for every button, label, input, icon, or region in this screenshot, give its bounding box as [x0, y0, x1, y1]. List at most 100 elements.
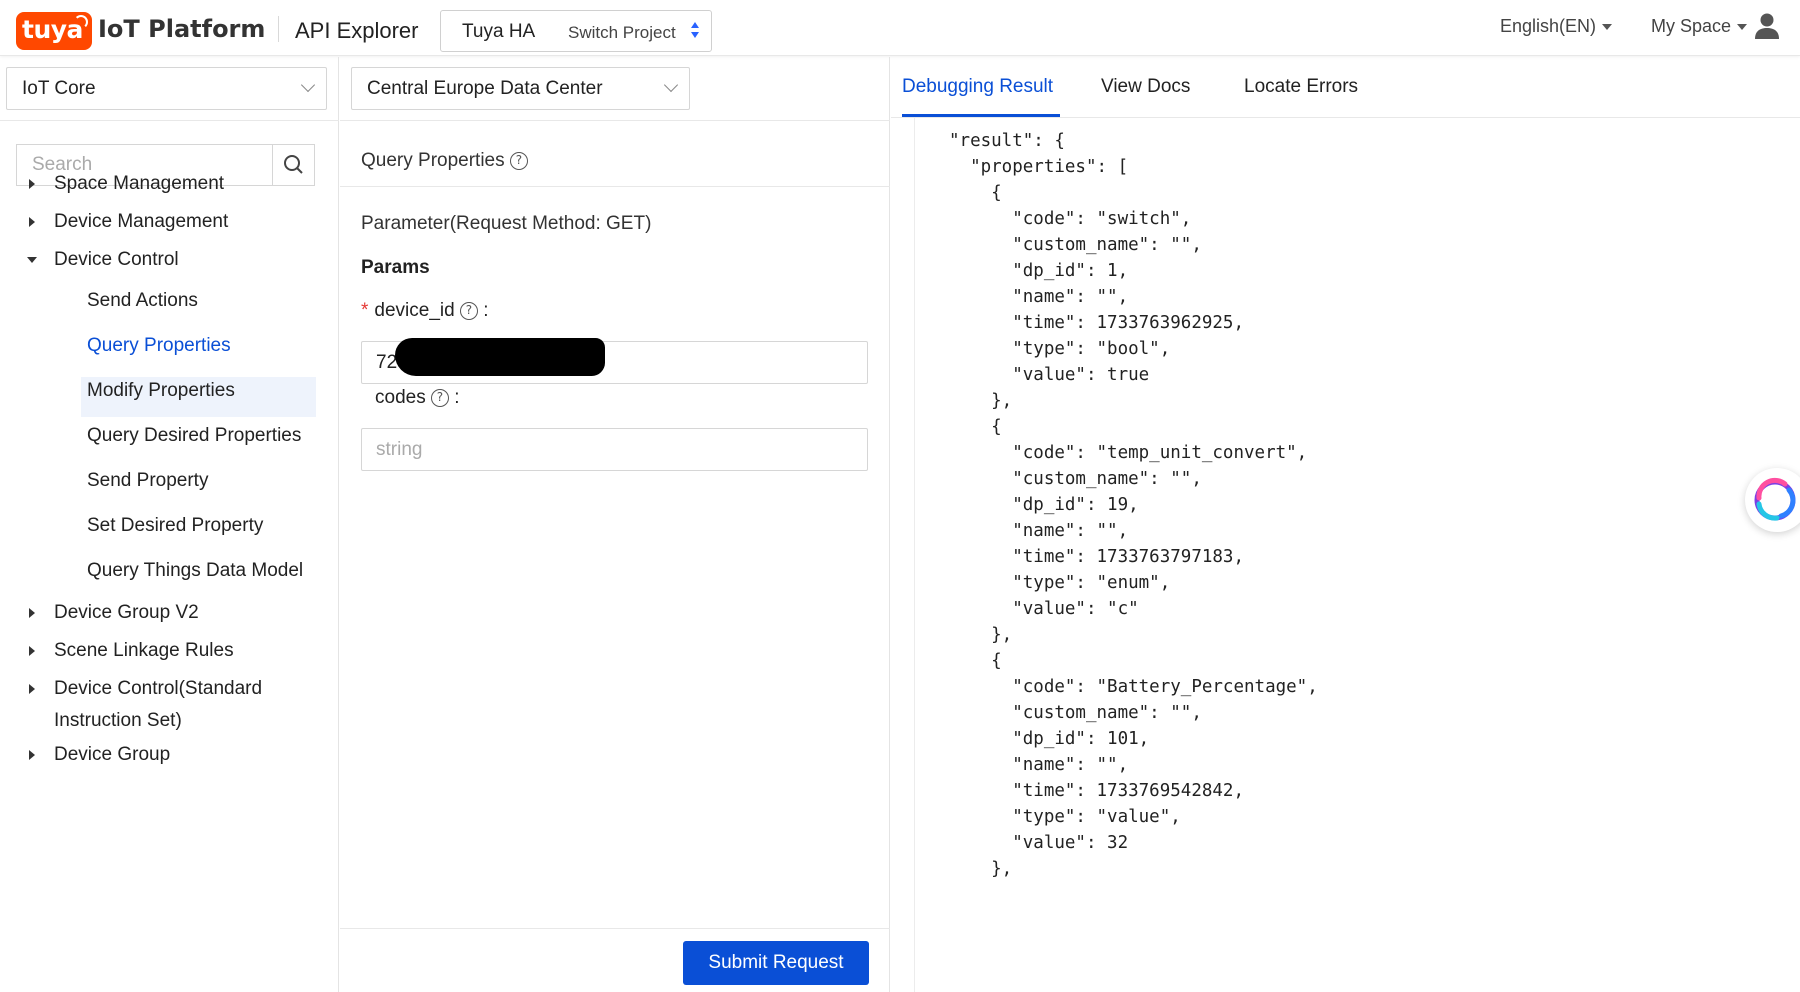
api-title: Query Properties ? [361, 150, 528, 172]
tab-debugging-result[interactable]: Debugging Result [902, 76, 1053, 98]
nav-item-modify-properties[interactable]: Modify Properties [87, 379, 235, 403]
nav-group-device-group-v2[interactable]: Device Group V2 [54, 601, 199, 625]
user-icon[interactable] [1754, 12, 1780, 40]
code-line: }, [949, 859, 1013, 879]
code-line: "code": "temp_unit_convert", [949, 443, 1308, 463]
nav-item-send-property[interactable]: Send Property [87, 469, 208, 493]
code-line: { [949, 183, 1002, 203]
nav-group-scene-linkage-rules[interactable]: Scene Linkage Rules [54, 639, 234, 663]
caret-right-icon [29, 608, 35, 618]
sidebar-divider [0, 120, 339, 121]
my-space-menu[interactable]: My Space [1651, 16, 1748, 37]
top-bar: tuya IoT Platform API Explorer Tuya HA S… [0, 0, 1800, 56]
code-line: "name": "", [949, 287, 1129, 307]
project-select[interactable]: Tuya HA Switch Project [440, 10, 712, 52]
code-line: "dp_id": 19, [949, 495, 1139, 515]
code-line: "time": 1733769542842, [949, 781, 1245, 801]
brand-name: IoT Platform [98, 15, 266, 43]
help-icon[interactable]: ? [509, 151, 528, 170]
chevron-down-icon [663, 77, 679, 93]
sort-arrows-icon [691, 22, 699, 38]
product-select[interactable]: IoT Core [6, 67, 327, 110]
request-panel: Central Europe Data Center Query Propert… [340, 57, 890, 992]
chevron-down-icon [300, 77, 316, 93]
code-line: "value": 32 [949, 833, 1129, 853]
tab-view-docs[interactable]: View Docs [1101, 76, 1190, 98]
nav-item-query-desired-properties[interactable]: Query Desired Properties [87, 424, 301, 448]
code-line: "code": "Battery_Percentage", [949, 677, 1318, 697]
nav-group-space-management[interactable]: Space Management [54, 172, 224, 196]
code-line: "custom_name": "", [949, 469, 1202, 489]
code-line: "type": "bool", [949, 339, 1171, 359]
code-line: { [949, 417, 1002, 437]
code-line: "dp_id": 101, [949, 729, 1150, 749]
panel-divider [340, 120, 890, 121]
region-select[interactable]: Central Europe Data Center [351, 67, 690, 110]
nav-group-device-management[interactable]: Device Management [54, 210, 228, 234]
code-line: "name": "", [949, 755, 1129, 775]
assistant-button[interactable] [1745, 468, 1800, 532]
search-button[interactable] [272, 145, 314, 185]
device-id-label: * device_id ? : [361, 300, 489, 321]
code-line: { [949, 651, 1002, 671]
product-select-value: IoT Core [22, 78, 96, 99]
nav-group-device-group[interactable]: Device Group [54, 743, 170, 767]
nav-group-label-line2: Instruction Set) [54, 710, 182, 731]
code-line: "dp_id": 1, [949, 261, 1129, 281]
my-space-label: My Space [1651, 16, 1732, 36]
nav-item-set-desired-property[interactable]: Set Desired Property [87, 514, 263, 538]
submit-request-button[interactable]: Submit Request [683, 941, 869, 985]
app-title: API Explorer [295, 18, 419, 43]
codes-input[interactable] [361, 428, 868, 471]
redaction-mark [395, 338, 605, 376]
nav-group-label-line1: Device Control(Standard [54, 678, 263, 699]
response-json: "result": { "properties": [ { "code": "s… [914, 118, 1784, 992]
code-line: "value": "c" [949, 599, 1139, 619]
region-select-value: Central Europe Data Center [367, 78, 603, 99]
language-select[interactable]: English(EN) [1500, 16, 1613, 37]
project-name: Tuya HA [462, 21, 536, 42]
code-line: "custom_name": "", [949, 703, 1202, 723]
required-marker: * [361, 300, 369, 321]
assistant-swirl-icon [1754, 477, 1796, 521]
nav-group-device-control[interactable]: Device Control [54, 248, 179, 272]
caret-right-icon [29, 217, 35, 227]
caret-right-icon [29, 684, 35, 694]
result-panel: Debugging Result View Docs Locate Errors… [891, 57, 1800, 992]
caret-right-icon [29, 646, 35, 656]
code-line: "time": 1733763797183, [949, 547, 1245, 567]
code-line: "code": "switch", [949, 209, 1192, 229]
caret-down-icon [1737, 24, 1748, 31]
tab-locate-errors[interactable]: Locate Errors [1244, 76, 1358, 98]
footer-divider [340, 928, 890, 929]
codes-label-text: codes [375, 387, 426, 408]
tuya-logo[interactable]: tuya [16, 12, 92, 50]
search-icon [284, 155, 303, 174]
code-line: "type": "enum", [949, 573, 1171, 593]
nav-item-query-properties[interactable]: Query Properties [87, 334, 231, 358]
panel-divider [340, 186, 890, 187]
caret-right-icon [29, 179, 35, 189]
code-line: "name": "", [949, 521, 1129, 541]
api-sidebar: IoT Core Space Management Device Managem… [0, 57, 339, 992]
code-line: "properties": [ [949, 157, 1129, 177]
help-icon[interactable]: ? [459, 301, 478, 320]
project-label: Switch Project [568, 23, 676, 42]
api-title-text: Query Properties [361, 150, 505, 171]
brand-divider [278, 16, 279, 42]
params-label: Params [361, 257, 430, 278]
nav-item-query-things-data-model[interactable]: Query Things Data Model [87, 559, 303, 583]
caret-down-icon [1602, 24, 1613, 31]
caret-right-icon [29, 750, 35, 760]
code-line: }, [949, 391, 1013, 411]
code-line: "custom_name": "", [949, 235, 1202, 255]
code-line: "result": { [949, 131, 1065, 151]
code-line: "time": 1733763962925, [949, 313, 1245, 333]
language-label: English(EN) [1500, 16, 1597, 36]
nav-item-send-actions[interactable]: Send Actions [87, 289, 198, 313]
code-line: "value": true [949, 365, 1150, 385]
caret-down-icon [27, 257, 37, 263]
help-icon[interactable]: ? [430, 388, 449, 407]
nav-group-device-control-standard[interactable]: Device Control(Standard Instruction Set) [54, 677, 262, 733]
parameter-title: Parameter(Request Method: GET) [361, 213, 652, 234]
